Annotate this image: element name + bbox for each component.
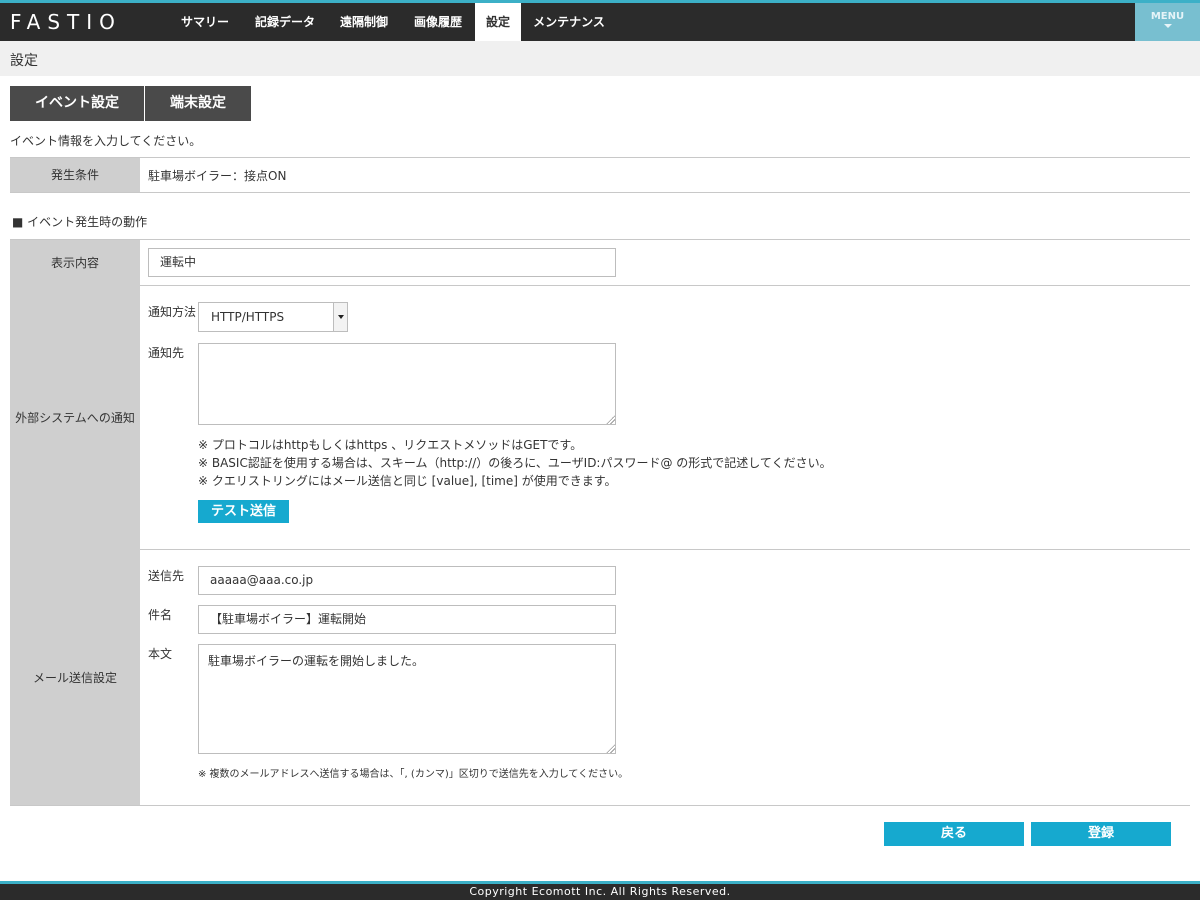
external-notify-label: 外部システムへの通知 [15, 411, 135, 425]
divider [10, 239, 1190, 240]
page-title-bar: 設定 [0, 41, 1200, 76]
notify-destination-label: 通知先 [148, 346, 185, 360]
nav-item-image-history[interactable]: 画像履歴 [404, 3, 472, 41]
divider [10, 157, 1190, 158]
footer: Copyright Ecomott Inc. All Rights Reserv… [0, 881, 1200, 900]
condition-label: 発生条件 [10, 158, 140, 192]
menu-label: MENU [1150, 11, 1185, 22]
display-label: 表示内容 [50, 256, 99, 270]
tab-event-settings[interactable]: イベント設定 [10, 86, 144, 121]
mail-to-label: 送信先 [148, 569, 185, 583]
back-button[interactable]: 戻る [884, 822, 1024, 846]
divider [140, 285, 1190, 286]
mail-subject-input[interactable]: 【駐車場ボイラー】運転開始 [198, 605, 616, 634]
copyright-text: Copyright Ecomott Inc. All Rights Reserv… [469, 885, 731, 898]
mail-to-input[interactable]: aaaaa@aaa.co.jp [198, 566, 616, 595]
label-column [10, 240, 140, 806]
intro-text: イベント情報を入力してください。 [10, 134, 202, 148]
nav-item-remote-control[interactable]: 遠隔制御 [330, 3, 398, 41]
register-button[interactable]: 登録 [1031, 822, 1171, 846]
notify-note-2: ※ BASIC認証を使用する場合は、スキーム（http://）の後ろに、ユーザI… [198, 456, 832, 470]
mail-note: ※ 複数のメールアドレスへ送信する場合は、「, (カンマ)」区切りで送信先を入力… [198, 769, 629, 780]
notify-note-3: ※ クエリストリングにはメール送信と同じ [value], [time] が使用… [198, 474, 617, 488]
section-heading: ■ イベント発生時の動作 [12, 215, 148, 229]
resize-grip-icon[interactable] [606, 415, 615, 424]
chevron-down-icon [1163, 24, 1172, 28]
notify-destination-textarea[interactable] [198, 343, 616, 425]
divider [10, 192, 1190, 193]
notify-method-value: HTTP/HTTPS [211, 310, 285, 324]
app-logo[interactable]: FASTIO [10, 10, 122, 34]
divider [10, 805, 1190, 806]
nav-item-settings[interactable]: 設定 [475, 3, 521, 41]
notify-method-select[interactable]: HTTP/HTTPS [198, 302, 348, 332]
tab-device-settings[interactable]: 端末設定 [145, 86, 251, 121]
display-input[interactable]: 運転中 [148, 248, 616, 277]
nav-item-summary[interactable]: サマリー [168, 3, 242, 41]
mail-body-textarea[interactable]: 駐車場ボイラーの運転を開始しました。 [198, 644, 616, 754]
nav-item-maintenance[interactable]: メンテナンス [525, 3, 613, 41]
page-title: 設定 [10, 53, 38, 69]
notify-note-1: ※ プロトコルはhttpもしくはhttps 、リクエストメソッドはGETです。 [198, 438, 583, 452]
mail-body-label: 本文 [148, 647, 173, 661]
nav-item-records[interactable]: 記録データ [246, 3, 324, 41]
top-navigation: FASTIO サマリー 記録データ 遠隔制御 画像履歴 設定 メンテナンス ME… [0, 0, 1200, 41]
resize-grip-icon[interactable] [606, 744, 615, 753]
condition-value: 駐車場ボイラー：接点ON [148, 169, 287, 183]
notify-method-label: 通知方法 [148, 305, 197, 319]
menu-button[interactable]: MENU [1135, 3, 1200, 41]
mail-subject-label: 件名 [148, 608, 173, 622]
mail-settings-label: メール送信設定 [32, 671, 117, 685]
test-send-button[interactable]: テスト送信 [198, 500, 289, 523]
dropdown-arrow-icon [333, 303, 347, 331]
divider [140, 549, 1190, 550]
